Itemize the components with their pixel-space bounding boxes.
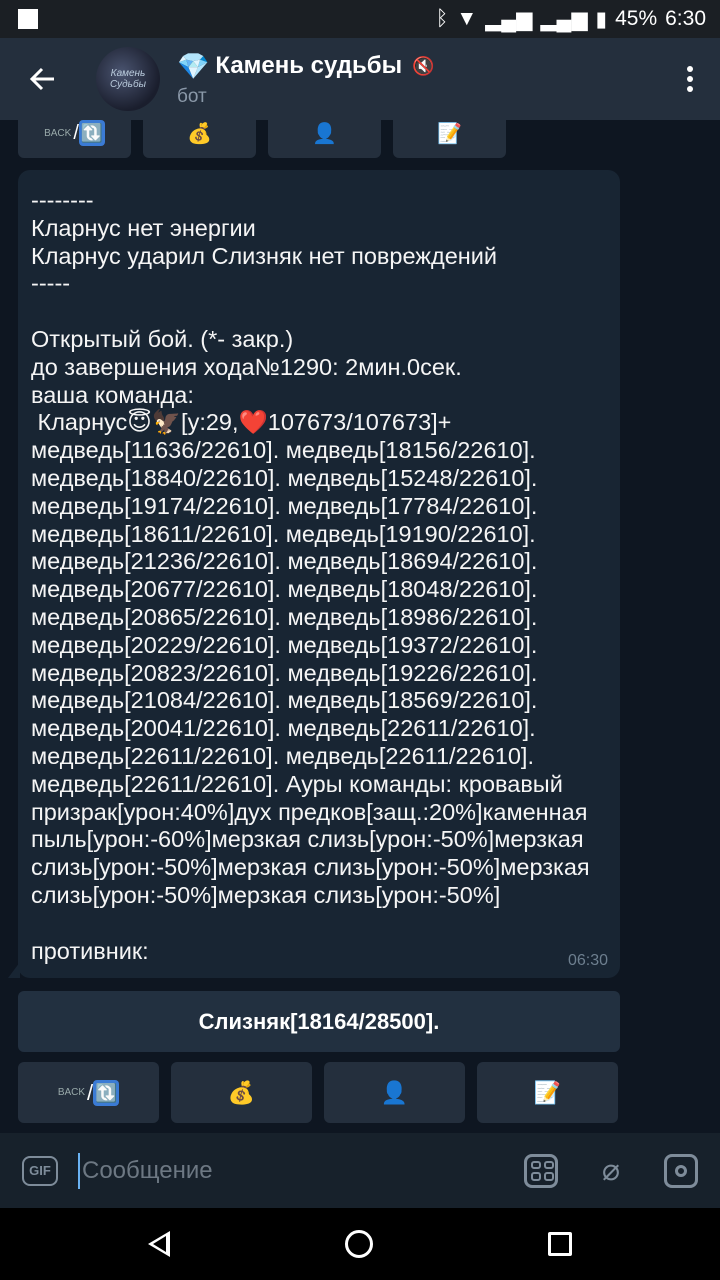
battery-icon: ▮ [595,7,608,31]
nav-back-icon[interactable] [147,1231,170,1257]
notes-button-prev[interactable]: 📝 [393,120,506,158]
bubble-tail [8,962,20,978]
more-menu-button[interactable] [660,38,720,120]
clock: 6:30 [665,7,706,30]
enemy-inline-button[interactable]: Слизняк[18164/28500]. [18,991,620,1052]
user-icon: 👤 [312,122,337,145]
chat-subtitle: бот [177,85,207,107]
gem-icon: 💎 [177,50,210,81]
chat-title-block[interactable]: 💎 Камень судьбы 🔇 бот [177,51,435,108]
money-bag-icon: 💰 [187,122,212,145]
money-button-prev[interactable]: 💰 [143,120,256,158]
nav-recents-icon[interactable] [548,1232,573,1256]
mute-icon: 🔇 [412,55,435,76]
back-button[interactable] [0,38,84,120]
gif-icon[interactable]: GIF [22,1155,58,1186]
bluetooth-icon: ᛒ [435,7,449,30]
app-bar: Камень Судьбы 💎 Камень судьбы 🔇 бот [0,38,720,120]
wifi-icon: ▼ [456,7,478,30]
message-text: -------- Кларнус нет энергии Кларнус уда… [31,187,590,964]
navigation-bar [0,1208,720,1280]
avatar[interactable]: Камень Судьбы [96,47,160,111]
dots-vertical-icon [687,66,693,92]
camera-icon[interactable] [664,1153,698,1188]
memo-icon: 📝 [533,1079,562,1105]
arrow-left-icon [29,67,54,91]
refresh-icon: 🔃 [93,1079,120,1106]
notes-button[interactable]: 📝 [477,1062,618,1123]
message-input-bar: GIF ⌀ [0,1133,720,1208]
text-cursor [78,1152,80,1189]
message-input[interactable] [82,1156,502,1185]
bot-keyboard: BACK / 🔃 💰 👤 📝 [0,1062,720,1123]
profile-button-prev[interactable]: 👤 [268,120,381,158]
back-label: BACK [44,127,72,139]
refresh-icon: 🔃 [78,120,105,146]
profile-button[interactable]: 👤 [324,1062,465,1123]
message-bubble[interactable]: -------- Кларнус нет энергии Кларнус уда… [18,170,620,978]
input-actions: ⌀ [524,1153,698,1188]
signal-2-icon: ▂▄▆ [540,7,588,31]
money-button[interactable]: 💰 [171,1062,312,1123]
title-row: 💎 Камень судьбы 🔇 [177,51,435,82]
back-label: BACK [57,1087,86,1098]
signal-icon: ▂▄▆ [485,7,533,31]
notification-icon [18,9,38,29]
status-right: ᛒ ▼ ▂▄▆ ▂▄▆ ▮ 45% 6:30 [436,7,706,32]
memo-icon: 📝 [437,122,462,145]
nav-home-icon[interactable] [344,1230,373,1258]
battery-percent: 45% [615,7,658,30]
bot-keyboard-toggle-icon[interactable] [524,1153,558,1188]
back-refresh-button[interactable]: BACK / 🔃 [18,1062,159,1123]
status-bar: ᛒ ▼ ▂▄▆ ▂▄▆ ▮ 45% 6:30 [0,0,720,38]
back-refresh-button-prev[interactable]: BACK / 🔃 [18,120,131,158]
chat-title: Камень судьбы [215,52,403,79]
user-icon: 👤 [380,1079,409,1105]
money-bag-icon: 💰 [227,1079,256,1105]
chat-area[interactable]: BACK / 🔃 💰 👤 📝 -------- Кларнус нет энер… [0,120,720,1133]
paperclip-icon[interactable]: ⌀ [594,1154,628,1188]
message-time: 06:30 [567,952,608,969]
previous-keyboard: BACK / 🔃 💰 👤 📝 [18,120,506,158]
